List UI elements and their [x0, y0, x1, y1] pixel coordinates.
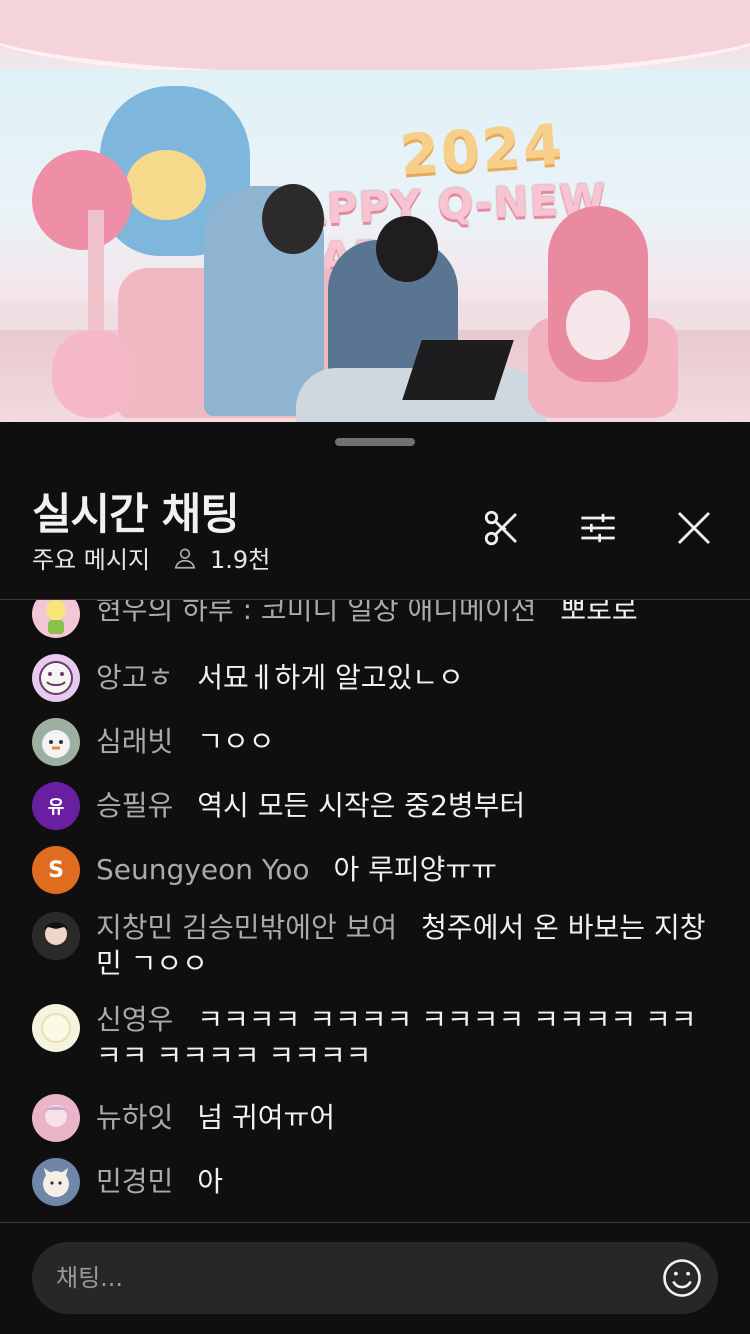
- message-body: 심래빗 ㄱㅇㅇ: [96, 724, 720, 760]
- message-author[interactable]: 심래빗: [96, 725, 173, 758]
- avatar[interactable]: [32, 1004, 80, 1052]
- avatar-image: [44, 1105, 68, 1127]
- avatar[interactable]: [32, 1158, 80, 1206]
- avatar-image: [46, 600, 66, 634]
- viewer-count-value: 1.9천: [210, 546, 271, 574]
- person-icon: [174, 547, 196, 569]
- scissors-icon: [484, 510, 517, 546]
- chat-input[interactable]: [56, 1242, 636, 1314]
- message-text: 아 루피양ㅠㅠ: [333, 853, 497, 886]
- message-author[interactable]: 현우의 하루 : 코미디 일상 애니메이션: [96, 600, 536, 626]
- message-body: 승필유 역시 모든 시작은 중2병부터: [96, 788, 720, 824]
- chat-input-bar: [32, 1242, 718, 1314]
- mascot-belly: [566, 290, 630, 360]
- avatar[interactable]: 유: [32, 782, 80, 830]
- emoji-button[interactable]: [660, 1256, 704, 1300]
- message-body: 신영우 ㅋㅋㅋㅋ ㅋㅋㅋㅋ ㅋㅋㅋㅋ ㅋㅋㅋㅋ ㅋㅋㅋㅋ ㅋㅋㅋㅋ ㅋㅋㅋㅋ: [96, 1002, 720, 1074]
- chat-title: 실시간 채팅: [32, 490, 240, 540]
- dragon-belly: [126, 150, 206, 220]
- message-text: ㄱㅇㅇ: [197, 725, 275, 758]
- avatar[interactable]: [32, 718, 80, 766]
- message-body: 지창민 김승민밖에안 보여 청주에서 온 바보는 지창민 ㄱㅇㅇ: [96, 910, 720, 982]
- message-author[interactable]: 지창민 김승민밖에안 보여: [96, 911, 397, 944]
- viewer-count: 1.9천: [172, 540, 270, 575]
- smiley-icon: [663, 1259, 701, 1297]
- close-icon: [677, 511, 711, 545]
- beaver-illustration: [32, 150, 132, 250]
- backdrop-banner-text: HAPPY Q-NEW YEAR: [256, 174, 608, 284]
- avatar-image: [32, 912, 80, 960]
- chat-subtitle: 주요 메시지 1.9천: [32, 540, 270, 575]
- avatar[interactable]: [32, 912, 80, 960]
- avatar[interactable]: [32, 1094, 80, 1142]
- message-text: 뽀로로: [560, 600, 638, 626]
- chat-message-list[interactable]: 현우의 하루 : 코미디 일상 애니메이션 뽀로로 앙고ㅎ 서묘ㅔ하게 알고있ㄴㅇ …: [0, 600, 750, 1222]
- avatar-image: [39, 661, 73, 695]
- message-text: 서묘ㅔ하게 알고있ㄴㅇ: [197, 661, 464, 694]
- message-text: ㅋㅋㅋㅋ ㅋㅋㅋㅋ ㅋㅋㅋㅋ ㅋㅋㅋㅋ ㅋㅋㅋㅋ ㅋㅋㅋㅋ ㅋㅋㅋㅋ: [96, 1003, 697, 1072]
- guitar-neck: [88, 210, 104, 340]
- message-body: 현우의 하루 : 코미디 일상 애니메이션 뽀로로: [96, 600, 720, 628]
- avatar[interactable]: S: [32, 846, 80, 894]
- input-divider: [0, 1222, 750, 1223]
- message-text: 역시 모든 시작은 중2병부터: [197, 789, 526, 822]
- tablet-device: [402, 340, 514, 400]
- chat-mode-selector[interactable]: 주요 메시지: [32, 540, 150, 575]
- message-author[interactable]: 민경민: [96, 1165, 173, 1198]
- studio-ceiling: [0, 0, 750, 80]
- clip-button[interactable]: [480, 506, 524, 550]
- message-text: 아: [197, 1165, 224, 1198]
- drag-handle[interactable]: [335, 438, 415, 446]
- message-body: 민경민 아: [96, 1164, 720, 1200]
- host-right-head: [376, 216, 438, 282]
- sliders-icon: [581, 513, 615, 543]
- message-author[interactable]: 앙고ㅎ: [96, 661, 173, 694]
- live-video-player[interactable]: 2024 HAPPY Q-NEW YEAR: [0, 0, 750, 422]
- avatar-image: [43, 1168, 69, 1197]
- chat-settings-button[interactable]: [576, 506, 620, 550]
- avatar-letter: S: [48, 857, 64, 883]
- message-author[interactable]: 신영우: [96, 1003, 173, 1036]
- close-chat-button[interactable]: [672, 506, 716, 550]
- avatar-letter: 유: [47, 797, 65, 818]
- host-left-head: [262, 184, 324, 254]
- message-author[interactable]: 승필유: [96, 789, 173, 822]
- pink-guitar: [52, 330, 136, 418]
- avatar[interactable]: [32, 600, 80, 638]
- message-body: Seungyeon Yoo 아 루피양ㅠㅠ: [96, 852, 720, 888]
- message-body: 앙고ㅎ 서묘ㅔ하게 알고있ㄴㅇ: [96, 660, 720, 696]
- message-text: 넘 귀여ㅠ어: [197, 1101, 335, 1134]
- avatar[interactable]: [32, 654, 80, 702]
- avatar-image: [42, 730, 70, 758]
- message-body: 뉴하잇 넘 귀여ㅠ어: [96, 1100, 720, 1136]
- message-author[interactable]: 뉴하잇: [96, 1101, 173, 1134]
- message-author[interactable]: Seungyeon Yoo: [96, 853, 310, 886]
- avatar-image: [41, 1013, 71, 1043]
- live-chat-panel: 실시간 채팅 주요 메시지 1.9천 현우의 하루: 코미디 일상 애니메이션…: [0, 422, 750, 1334]
